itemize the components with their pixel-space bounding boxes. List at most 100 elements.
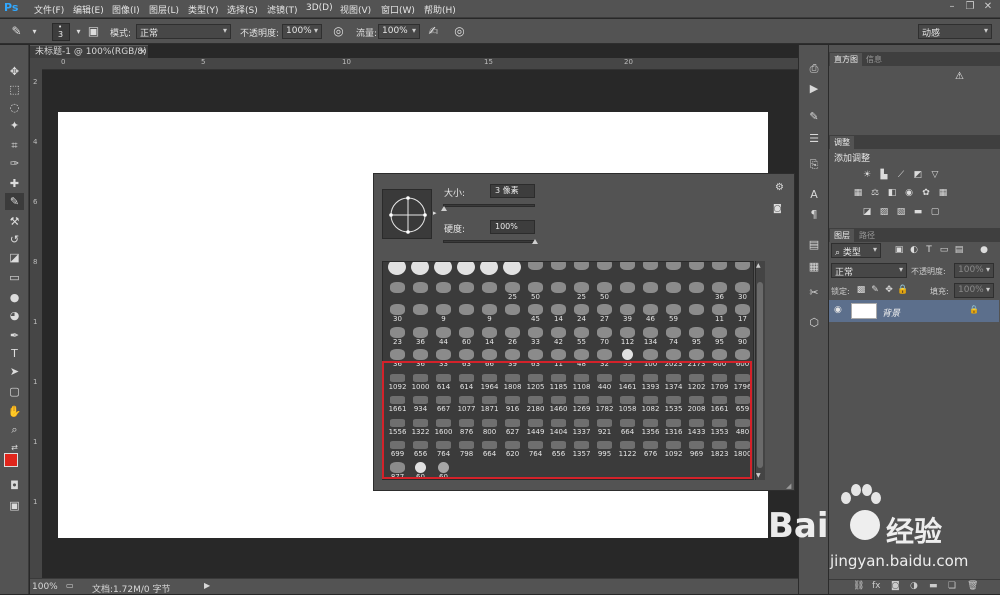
brush-preset-item[interactable] [547, 281, 570, 303]
tool-preset-chevron-icon[interactable]: ▾ [26, 23, 43, 40]
menu-help[interactable]: 帮助(H) [424, 3, 456, 16]
clone-stamp-tool-icon[interactable]: ⚒ [5, 213, 24, 230]
tab-histogram[interactable]: 直方图 [830, 53, 862, 66]
character-panel-icon[interactable]: A [805, 187, 823, 203]
brush-preset-item[interactable]: 9 [432, 303, 455, 325]
paragraph-panel-icon[interactable]: ¶ [805, 207, 823, 223]
pen-tool-icon[interactable]: ✒ [5, 327, 24, 344]
document-tab[interactable]: 未标题-1 @ 100%(RGB/8) × [30, 45, 148, 58]
brush-preset-item[interactable]: 27 [593, 303, 616, 325]
screen-mode-icon[interactable]: ▣ [5, 497, 24, 514]
fx-icon[interactable]: fx [872, 581, 881, 591]
pressure-size-icon[interactable]: ◎ [451, 23, 468, 40]
brush-preset-item[interactable] [524, 262, 547, 280]
brush-preset-item[interactable]: 134 [639, 326, 662, 348]
brush-preset-item[interactable] [639, 262, 662, 280]
filter-shape-icon[interactable]: ▭ [938, 245, 950, 256]
brush-preset-item[interactable]: 9 [478, 303, 501, 325]
brush-preset-item[interactable] [731, 262, 753, 280]
brightness-icon[interactable]: ☀ [861, 170, 873, 181]
brush-tool-icon[interactable]: ✎ [5, 193, 24, 210]
layer-opacity-input[interactable]: 100% ▾ [954, 263, 994, 278]
zoom-tool-icon[interactable]: ⌕ [5, 421, 24, 438]
brush-preset-item[interactable] [478, 281, 501, 303]
hardness-input[interactable]: 100% [490, 220, 535, 234]
brush-preset-item[interactable]: 26 [501, 326, 524, 348]
brush-preset-item[interactable] [409, 262, 432, 280]
selective-color-icon[interactable]: ▢ [929, 207, 941, 218]
filter-type-icon[interactable]: T [923, 245, 935, 256]
tools-preset-icon[interactable]: ✂ [805, 285, 823, 301]
color-lookup-icon[interactable]: ▦ [937, 188, 949, 199]
brush-preset-item[interactable] [662, 262, 685, 280]
tab-paths[interactable]: 路径 [855, 229, 879, 242]
brush-preset-item[interactable]: 25 [501, 281, 524, 303]
brush-preset-item[interactable]: 17 [731, 303, 753, 325]
status-menu-arrow-icon[interactable]: ▶ [204, 581, 210, 590]
brush-preset-item[interactable] [570, 262, 593, 280]
curves-icon[interactable]: ⟋ [895, 170, 907, 181]
brush-panel-icon[interactable]: ✎ [805, 109, 823, 125]
brush-preset-picker[interactable]: • 3 [52, 23, 70, 41]
hardness-slider[interactable] [443, 240, 535, 243]
size-slider-thumb[interactable] [440, 206, 447, 211]
brush-preset-item[interactable]: 95 [685, 326, 708, 348]
menu-filter[interactable]: 滤镜(T) [267, 3, 298, 16]
new-layer-icon[interactable]: ❏ [948, 581, 956, 591]
warning-icon[interactable]: ⚠ [955, 71, 964, 82]
type-tool-icon[interactable]: T [5, 345, 24, 362]
lock-transparency-icon[interactable]: ▩ [855, 285, 867, 296]
brush-preset-item[interactable] [409, 281, 432, 303]
brush-preset-item[interactable] [593, 262, 616, 280]
brush-preset-item[interactable]: 23 [386, 326, 409, 348]
eraser-tool-icon[interactable]: ◪ [5, 249, 24, 266]
hardness-slider-thumb[interactable] [532, 239, 538, 244]
brush-preset-item[interactable]: 42 [547, 326, 570, 348]
menu-view[interactable]: 视图(V) [340, 3, 371, 16]
layer-kind-filter[interactable]: ⌕ 类型 ▾ [831, 243, 881, 258]
brush-presets-panel-icon[interactable]: ☰ [805, 131, 823, 147]
tab-layers[interactable]: 图层 [830, 229, 854, 242]
brush-preset-item[interactable]: 74 [662, 326, 685, 348]
brush-grid-scroll-thumb[interactable] [757, 282, 763, 468]
eyedropper-tool-icon[interactable]: ✑ [5, 155, 24, 172]
healing-brush-tool-icon[interactable]: ✚ [5, 175, 24, 192]
history-panel-icon[interactable]: ⎙ [805, 61, 823, 77]
add-mask-icon[interactable]: ◙ [891, 581, 900, 591]
tab-adjustments[interactable]: 调整 [830, 136, 854, 149]
lock-all-icon[interactable]: 🔒 [897, 285, 909, 296]
3d-panel-icon[interactable]: ⬡ [805, 315, 823, 331]
brush-preset-item[interactable] [639, 281, 662, 303]
properties-panel-icon[interactable]: ▤ [805, 237, 823, 253]
menu-image[interactable]: 图像(I) [112, 3, 140, 16]
layer-row-background[interactable]: ◉ 背景 🔒 [829, 300, 999, 322]
brush-preset-item[interactable]: 36 [409, 326, 432, 348]
magic-wand-tool-icon[interactable]: ✦ [5, 117, 24, 134]
brush-preset-item[interactable]: 45 [524, 303, 547, 325]
brush-preset-item[interactable]: 44 [432, 326, 455, 348]
rectangle-tool-icon[interactable]: ▢ [5, 383, 24, 400]
brush-preset-item[interactable]: 46 [639, 303, 662, 325]
mode-select[interactable]: 正常 ▾ [136, 24, 231, 39]
layer-name[interactable]: 背景 [882, 306, 900, 319]
size-input[interactable]: 3 像素 [490, 184, 535, 198]
threshold-icon[interactable]: ▧ [895, 207, 907, 218]
brush-tool-icon[interactable]: ✎ [8, 23, 25, 40]
status-info-icon[interactable]: ▭ [66, 581, 74, 590]
brush-preset-item[interactable] [685, 281, 708, 303]
new-adjustment-icon[interactable]: ◑ [910, 581, 918, 591]
levels-icon[interactable]: ▙ [878, 170, 890, 181]
color-balance-icon[interactable]: ⚖ [869, 188, 881, 199]
brush-preset-item[interactable] [708, 262, 731, 280]
brush-preset-item[interactable] [501, 303, 524, 325]
brush-preset-item[interactable] [547, 262, 570, 280]
scroll-down-icon[interactable]: ▼ [756, 472, 761, 479]
brush-preset-item[interactable] [455, 262, 478, 280]
brush-preset-item[interactable] [386, 262, 409, 280]
menu-3d[interactable]: 3D(D) [306, 3, 333, 13]
photo-filter-icon[interactable]: ◉ [903, 188, 915, 199]
tab-info[interactable]: 信息 [862, 53, 886, 66]
close-tab-icon[interactable]: × [139, 46, 147, 58]
opacity-input[interactable]: 100% ▾ [282, 24, 322, 39]
menu-layer[interactable]: 图层(L) [149, 3, 179, 16]
